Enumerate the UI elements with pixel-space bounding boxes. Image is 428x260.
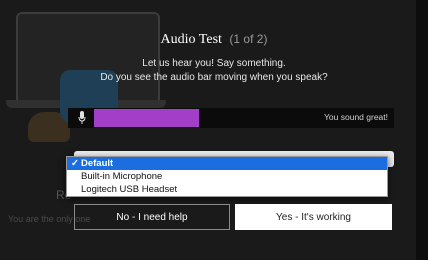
checkmark-icon: ✓	[71, 158, 79, 169]
dropdown-option-label: Logitech USB Headset	[81, 184, 178, 195]
audio-status-text: You sound great!	[324, 112, 388, 122]
dropdown-option-logitech-headset[interactable]: Logitech USB Headset	[67, 183, 387, 196]
dropdown-option-default[interactable]: ✓ Default	[67, 157, 387, 170]
modal-step-indicator: (1 of 2)	[229, 32, 268, 46]
microphone-dropdown-list[interactable]: ✓ Default Built-in Microphone Logitech U…	[66, 156, 388, 197]
audio-level-fill	[94, 109, 199, 127]
need-help-button[interactable]: No - I need help	[74, 204, 230, 230]
dropdown-option-label: Built-in Microphone	[81, 171, 163, 182]
microphone-icon	[78, 111, 86, 124]
modal-message-line1: Let us hear you! Say something.	[142, 58, 286, 69]
dropdown-option-label: Default	[81, 158, 114, 169]
audio-test-screen: Re You are the only one Audio Test (1 of…	[0, 0, 428, 260]
its-working-button[interactable]: Yes - It's working	[235, 204, 392, 230]
dropdown-option-builtin-microphone[interactable]: Built-in Microphone	[67, 170, 387, 183]
modal-title-text: Audio Test	[160, 32, 222, 47]
modal-message-line2: Do you see the audio bar moving when you…	[100, 72, 328, 83]
modal-title: Audio Test (1 of 2)	[0, 32, 428, 48]
